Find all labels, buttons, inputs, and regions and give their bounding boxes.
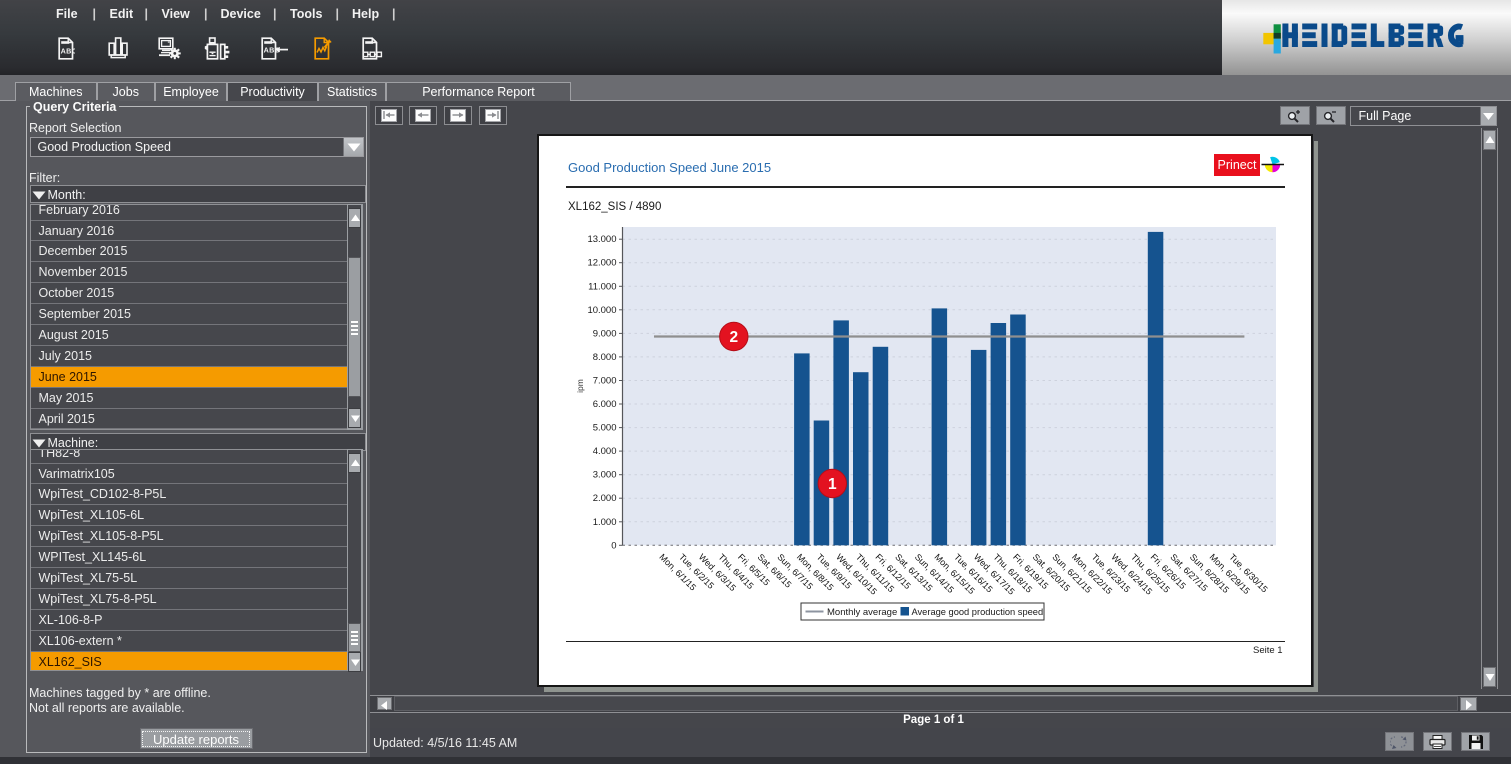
svg-text:2.000: 2.000	[593, 493, 617, 504]
svg-text:ipm: ipm	[575, 379, 585, 393]
svg-text:9.000: 9.000	[593, 328, 617, 339]
svg-text:7.000: 7.000	[593, 376, 617, 387]
svg-text:12.000: 12.000	[587, 258, 616, 269]
svg-text:11.000: 11.000	[588, 281, 616, 292]
svg-text:3.000: 3.000	[593, 470, 617, 481]
svg-text:0: 0	[611, 540, 616, 551]
svg-text:1: 1	[828, 476, 837, 493]
svg-text:5.000: 5.000	[593, 423, 617, 434]
svg-text:8.000: 8.000	[593, 352, 617, 363]
svg-text:ABC: ABC	[60, 47, 74, 56]
svg-text:Monthly average: Monthly average	[827, 607, 897, 618]
svg-text:10.000: 10.000	[587, 305, 616, 316]
svg-text:1.000: 1.000	[593, 517, 617, 528]
svg-text:4.000: 4.000	[593, 446, 617, 457]
svg-text:Average good production speed: Average good production speed	[912, 607, 1044, 617]
svg-text:6.000: 6.000	[593, 399, 617, 410]
svg-text:2: 2	[729, 329, 738, 346]
svg-text:13.000: 13.000	[587, 234, 616, 245]
